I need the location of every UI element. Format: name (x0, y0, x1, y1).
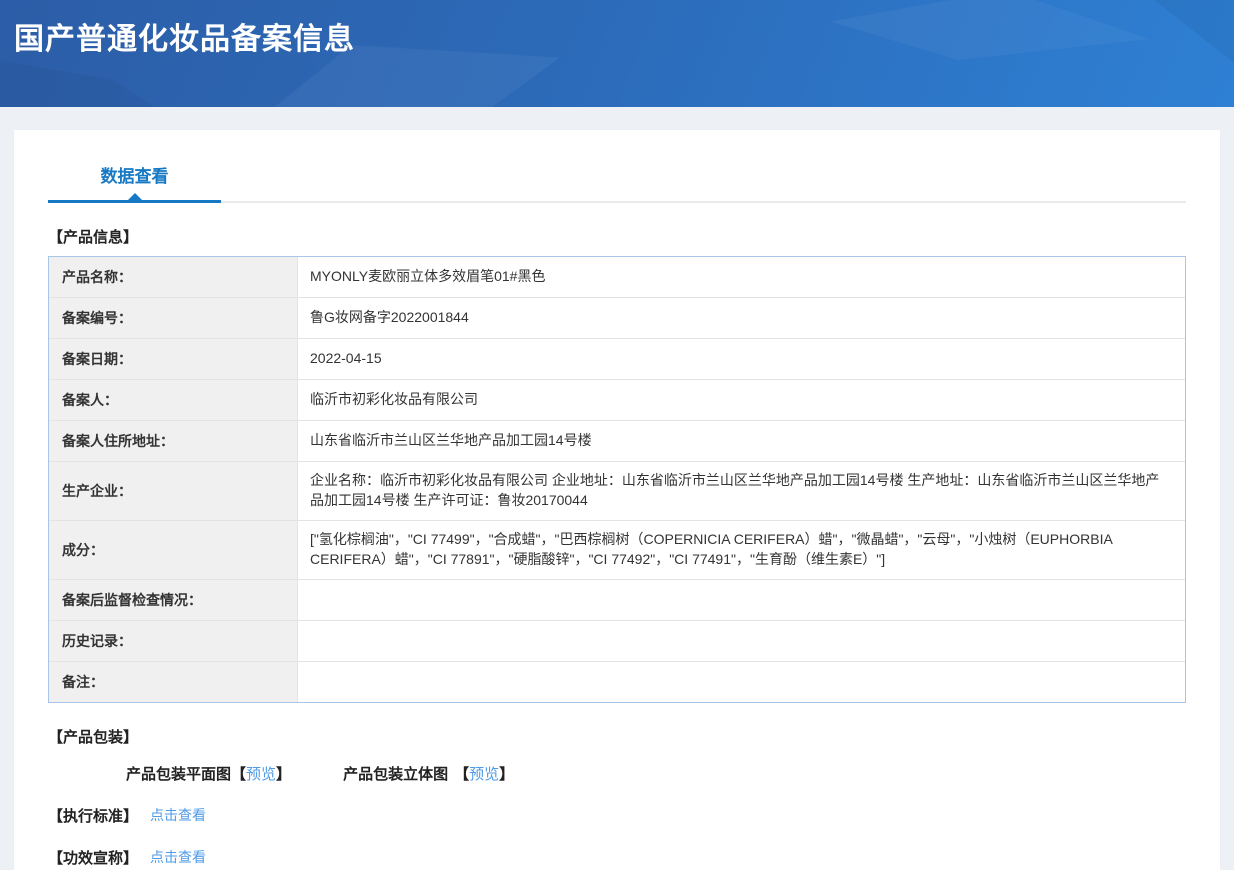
row-value (298, 621, 1185, 661)
row-value: 企业名称：临沂市初彩化妆品有限公司 企业地址：山东省临沂市兰山区兰华地产品加工园… (298, 462, 1185, 520)
packaging-stereo-preview-link[interactable]: 预览 (469, 766, 499, 783)
product-info-section-title: 【产品信息】 (48, 226, 1186, 247)
packaging-stereo-image-label: 产品包装立体图 (343, 766, 448, 783)
row-value: 2022-04-15 (298, 339, 1185, 379)
table-row-registration-number: 备案编号： 鲁G妆网备字2022001844 (49, 297, 1185, 338)
row-value: 山东省临沂市兰山区兰华地产品加工园14号楼 (298, 421, 1185, 461)
row-value: MYONLY麦欧丽立体多效眉笔01#黑色 (298, 257, 1185, 297)
row-label: 备案后监督检查情况： (49, 580, 298, 620)
packaging-flat-preview-link[interactable]: 预览 (246, 766, 276, 783)
table-row-registration-date: 备案日期： 2022-04-15 (49, 338, 1185, 379)
efficacy-claim-title: 【功效宣称】 (48, 847, 138, 868)
table-row-manufacturer: 生产企业： 企业名称：临沂市初彩化妆品有限公司 企业地址：山东省临沂市兰山区兰华… (49, 461, 1185, 520)
bracket: 【 (231, 766, 246, 783)
content-card: 数据查看 【产品信息】 产品名称： MYONLY麦欧丽立体多效眉笔01#黑色 备… (14, 130, 1220, 870)
page-header-banner: 国产普通化妆品备案信息 (0, 0, 1234, 107)
execution-standard-row: 【执行标准】 点击查看 (48, 805, 1186, 826)
execution-standard-title: 【执行标准】 (48, 805, 138, 826)
table-row-post-supervision: 备案后监督检查情况： (49, 579, 1185, 620)
table-row-ingredients: 成分： ["氢化棕榈油"，"CI 77499"，"合成蜡"，"巴西棕榈树（COP… (49, 520, 1185, 579)
efficacy-claim-view-link[interactable]: 点击查看 (150, 847, 206, 867)
tab-data-view-label: 数据查看 (101, 167, 169, 186)
table-row-registrant: 备案人： 临沂市初彩化妆品有限公司 (49, 379, 1185, 420)
efficacy-claim-row: 【功效宣称】 点击查看 (48, 847, 1186, 868)
row-label: 产品名称： (49, 257, 298, 297)
packaging-flat-image-item: 产品包装平面图【预览】 (126, 763, 291, 784)
table-row-registrant-address: 备案人住所地址： 山东省临沂市兰山区兰华地产品加工园14号楼 (49, 420, 1185, 461)
packaging-flat-image-label: 产品包装平面图 (126, 766, 231, 783)
row-label: 备案编号： (49, 298, 298, 338)
row-label: 备案人住所地址： (49, 421, 298, 461)
row-label: 历史记录： (49, 621, 298, 661)
tab-bar: 数据查看 (48, 130, 1186, 203)
tab-active-indicator-triangle (128, 193, 142, 200)
row-label: 生产企业： (49, 462, 298, 520)
row-value (298, 662, 1185, 702)
product-info-table: 产品名称： MYONLY麦欧丽立体多效眉笔01#黑色 备案编号： 鲁G妆网备字2… (48, 256, 1186, 703)
tab-data-view[interactable]: 数据查看 (48, 162, 221, 203)
packaging-section-title: 【产品包装】 (48, 726, 1186, 747)
table-row-product-name: 产品名称： MYONLY麦欧丽立体多效眉笔01#黑色 (49, 257, 1185, 297)
banner-decoration-shape (0, 60, 160, 107)
row-value: 临沂市初彩化妆品有限公司 (298, 380, 1185, 420)
row-value: 鲁G妆网备字2022001844 (298, 298, 1185, 338)
row-label: 备案人： (49, 380, 298, 420)
table-row-remarks: 备注： (49, 661, 1185, 702)
row-value: ["氢化棕榈油"，"CI 77499"，"合成蜡"，"巴西棕榈树（COPERNI… (298, 521, 1185, 579)
packaging-links-row: 产品包装平面图【预览】 产品包装立体图【预览】 (126, 763, 1186, 784)
row-value (298, 580, 1185, 620)
row-label: 备案日期： (49, 339, 298, 379)
table-row-history: 历史记录： (49, 620, 1185, 661)
packaging-stereo-image-item: 产品包装立体图【预览】 (343, 763, 514, 784)
page-title: 国产普通化妆品备案信息 (0, 0, 1234, 58)
bracket: 【 (454, 766, 469, 783)
row-label: 成分： (49, 521, 298, 579)
bracket: 】 (499, 766, 514, 783)
execution-standard-view-link[interactable]: 点击查看 (150, 805, 206, 825)
bracket: 】 (276, 766, 291, 783)
row-label: 备注： (49, 662, 298, 702)
